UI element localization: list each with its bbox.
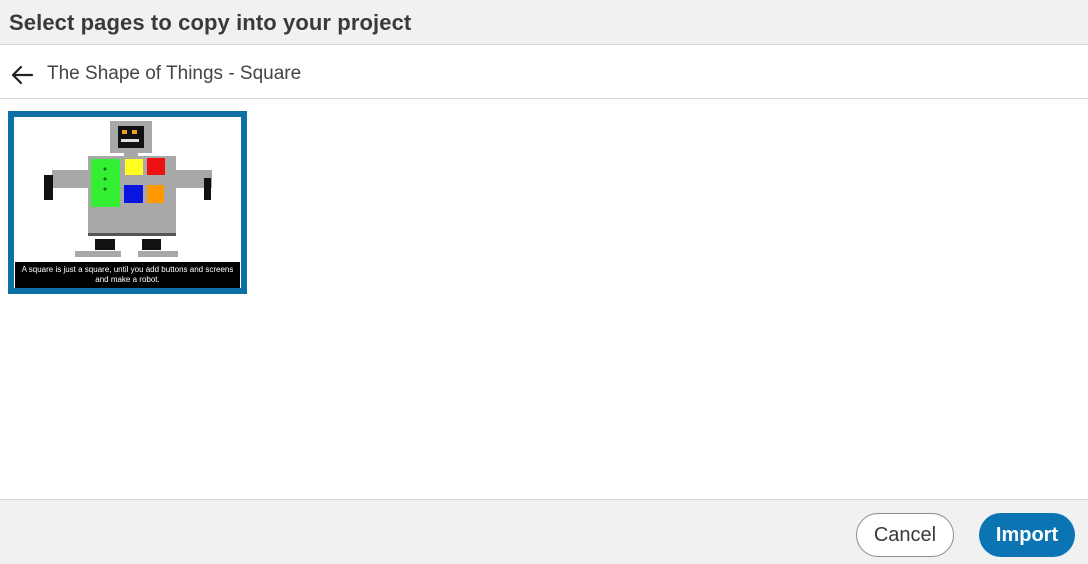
arrow-left-icon (11, 65, 34, 85)
page-thumbnail[interactable]: A square is just a square, until you add… (8, 111, 247, 294)
dialog-footer: Cancel Import (0, 499, 1088, 564)
dialog-title: Select pages to copy into your project (9, 10, 412, 35)
dialog-header: Select pages to copy into your project (0, 0, 1088, 45)
back-button[interactable] (8, 59, 36, 87)
thumbnail-caption: A square is just a square, until you add… (15, 262, 240, 288)
page-grid: A square is just a square, until you add… (0, 99, 1088, 499)
breadcrumb-bar: The Shape of Things - Square (0, 45, 1088, 99)
cancel-button[interactable]: Cancel (856, 513, 954, 557)
import-button[interactable]: Import (979, 513, 1075, 557)
book-title: The Shape of Things - Square (47, 63, 302, 84)
